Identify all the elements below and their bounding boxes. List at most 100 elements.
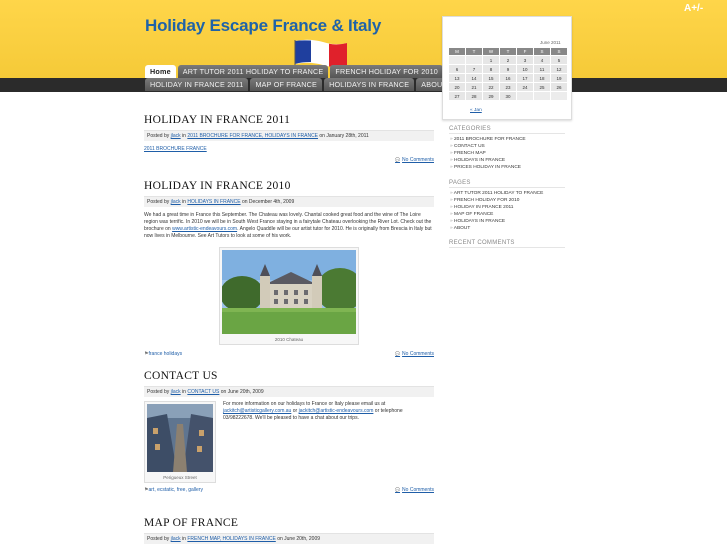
- brochure-link[interactable]: 2011 BROCHURE FRANCE: [144, 146, 207, 152]
- calendar-day: 20: [449, 83, 465, 91]
- calendar-day: 5: [551, 56, 567, 64]
- pages-list: ART TUTOR 2011 HOLIDAY TO FRANCE FRENCH …: [450, 190, 544, 233]
- calendar-day: 12: [551, 65, 567, 73]
- calendar-day: 15: [483, 74, 499, 82]
- category-item[interactable]: FRENCH MAP: [450, 150, 526, 157]
- calendar-empty-cell: [534, 92, 550, 100]
- meta-prefix: Posted by: [147, 199, 170, 205]
- calendar-week-row: 27 28 29 30: [449, 92, 567, 100]
- post-title[interactable]: CONTACT US: [144, 370, 434, 382]
- post-title[interactable]: HOLIDAY IN FRANCE 2011: [144, 114, 434, 126]
- tags-link[interactable]: france holidays: [144, 351, 182, 357]
- calendar-day: 23: [500, 83, 516, 91]
- post-contact-us: CONTACT US Posted by jlack in CONTACT US…: [144, 370, 434, 495]
- comments-link[interactable]: No Comments: [395, 351, 434, 357]
- nav-tab-french-holiday[interactable]: FRENCH HOLIDAY FOR 2010: [330, 65, 443, 78]
- contact-body: Perigueux Street For more information on…: [144, 401, 434, 483]
- author-link[interactable]: jlack: [171, 389, 181, 395]
- page-item[interactable]: HOLIDAY IN FRANCE 2011: [450, 204, 543, 211]
- calendar-prev-month-link[interactable]: « Jan: [470, 108, 482, 113]
- meta-date: on June 20th, 2009: [277, 536, 321, 542]
- author-link[interactable]: jlack: [171, 536, 181, 542]
- calendar-day: 22: [483, 83, 499, 91]
- calendar-day: 7: [466, 65, 482, 73]
- calendar-table: M T W T F S S 1 2 3 4 5 6 7 8 9 10 11 12 13 14 15 16 17 1…: [448, 47, 568, 101]
- calendar-day: 27: [449, 92, 465, 100]
- email-link-1[interactable]: jackitch@artisticgallery.com.au: [223, 408, 291, 414]
- meta-prefix: Posted by: [147, 133, 170, 139]
- category-links[interactable]: HOLIDAYS IN FRANCE: [187, 199, 240, 205]
- nav-tab-home[interactable]: Home: [145, 65, 176, 78]
- category-item[interactable]: HOLIDAYS IN FRANCE: [450, 157, 526, 164]
- calendar-day: 19: [551, 74, 567, 82]
- calendar-day: 18: [534, 74, 550, 82]
- calendar-day: 13: [449, 74, 465, 82]
- body-or: or: [292, 408, 298, 414]
- weekday-label: M: [449, 48, 465, 55]
- street-photo-card: Perigueux Street: [144, 401, 216, 483]
- author-link[interactable]: jlack: [171, 199, 181, 205]
- calendar-day: 10: [517, 65, 533, 73]
- category-item[interactable]: 2011 BROCHURE FOR FRANCE: [450, 136, 526, 143]
- tags-link[interactable]: art, ecstatic, free, gallery: [144, 487, 202, 493]
- post-title[interactable]: MAP OF FRANCE: [144, 517, 434, 529]
- post-title[interactable]: HOLIDAY IN FRANCE 2010: [144, 180, 434, 192]
- category-links[interactable]: CONTACT US: [187, 389, 219, 395]
- meta-date: on June 20th, 2009: [220, 389, 264, 395]
- page-item[interactable]: FRENCH HOLIDAY FOR 2010: [450, 197, 543, 204]
- nav-tab-map-of-france[interactable]: MAP OF FRANCE: [250, 78, 323, 91]
- post-body: We had a great time in France this Septe…: [144, 212, 434, 240]
- calendar-day: 29: [483, 92, 499, 100]
- calendar-day: 2: [500, 56, 516, 64]
- categories-heading: CATEGORIES: [449, 126, 565, 134]
- meta-in: in: [182, 536, 186, 542]
- photo-caption: Perigueux Street: [163, 475, 197, 480]
- nav-tab-holiday-2011[interactable]: HOLIDAY IN FRANCE 2011: [145, 78, 249, 91]
- calendar-day: 3: [517, 56, 533, 64]
- font-size-toggle[interactable]: A+/-: [684, 3, 703, 14]
- calendar-empty-cell: [517, 92, 533, 100]
- calendar-week-row: 13 14 15 16 17 18 19: [449, 74, 567, 82]
- post-holiday-2010: HOLIDAY IN FRANCE 2010 Posted by jlack i…: [144, 180, 434, 359]
- category-item[interactable]: CONTACT US: [450, 143, 526, 150]
- calendar-week-row: 6 7 8 9 10 11 12: [449, 65, 567, 73]
- meta-date: on December 4th, 2009: [241, 199, 295, 205]
- calendar-day: 24: [517, 83, 533, 91]
- main-nav-row-1: Home ART TUTOR 2011 HOLIDAY TO FRANCE FR…: [145, 65, 443, 78]
- weekday-label: S: [534, 48, 550, 55]
- nav-tab-holidays-in-france[interactable]: HOLIDAYS IN FRANCE: [324, 78, 415, 91]
- pages-heading: PAGES: [449, 180, 565, 188]
- calendar-day: 9: [500, 65, 516, 73]
- weekday-label: F: [517, 48, 533, 55]
- meta-in: in: [182, 199, 186, 205]
- calendar-week-row: 20 21 22 23 24 25 26: [449, 83, 567, 91]
- weekday-label: W: [483, 48, 499, 55]
- chateau-photo[interactable]: [220, 250, 364, 334]
- category-links[interactable]: 2011 BROCHURE FOR FRANCE, HOLIDAYS IN FR…: [187, 133, 318, 139]
- page-item[interactable]: ABOUT: [450, 225, 543, 232]
- page-item[interactable]: HOLIDAYS IN FRANCE: [450, 218, 543, 225]
- author-link[interactable]: jlack: [171, 133, 181, 139]
- calendar-empty-cell: [449, 56, 465, 64]
- calendar-day: 17: [517, 74, 533, 82]
- email-link-2[interactable]: jackitch@artistic-endeavours.com: [299, 408, 374, 414]
- post-map-of-france: MAP OF FRANCE Posted by jlack in FRENCH …: [144, 517, 434, 544]
- nav-tab-art-tutor[interactable]: ART TUTOR 2011 HOLIDAY TO FRANCE: [177, 65, 329, 78]
- comments-link[interactable]: No Comments: [395, 487, 434, 493]
- weekday-label: S: [551, 48, 567, 55]
- calendar-day: 25: [534, 83, 550, 91]
- post-meta: Posted by jlack in CONTACT US on June 20…: [144, 386, 434, 397]
- category-links[interactable]: FRENCH MAP, HOLIDAYS IN FRANCE: [187, 536, 275, 542]
- main-nav-row-2: HOLIDAY IN FRANCE 2011 MAP OF FRANCE HOL…: [145, 78, 452, 91]
- post-meta: Posted by jlack in FRENCH MAP, HOLIDAYS …: [144, 533, 434, 544]
- artistic-endeavours-link[interactable]: www.artistic-endeavours.com: [172, 226, 237, 232]
- street-photo[interactable]: [147, 404, 213, 472]
- post-footer: No Comments: [144, 157, 434, 165]
- site-title[interactable]: Holiday Escape France & Italy: [145, 16, 381, 36]
- calendar-day: 14: [466, 74, 482, 82]
- calendar-caption: June 2011: [540, 40, 561, 45]
- page-item[interactable]: ART TUTOR 2011 HOLIDAY TO FRANCE: [450, 190, 544, 197]
- comments-link[interactable]: No Comments: [395, 157, 434, 163]
- page-item[interactable]: MAP OF FRANCE: [450, 211, 543, 218]
- category-item[interactable]: PRICES HOLIDAY IN FRANCE: [450, 164, 526, 171]
